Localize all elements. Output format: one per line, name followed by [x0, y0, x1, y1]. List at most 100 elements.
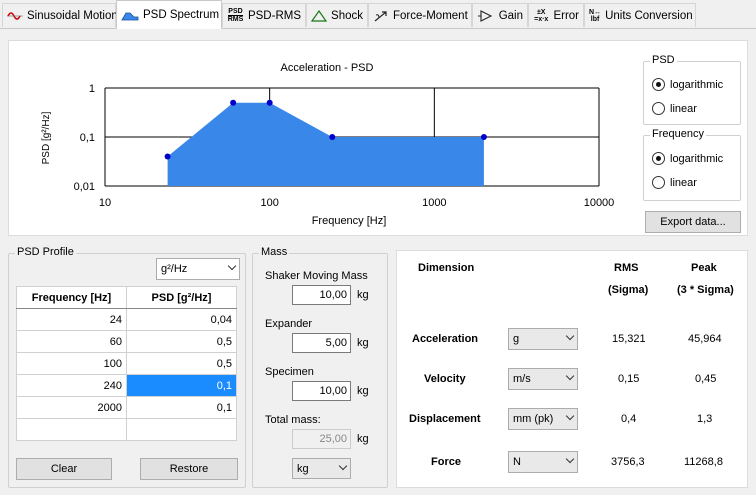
frequency-cell[interactable]: 100 [16, 352, 127, 375]
y-tick-label: 0,1 [80, 132, 95, 144]
x-tick-label: 10 [99, 197, 111, 209]
velocity-rms-value: 0,15 [618, 373, 640, 385]
velocity-peak-value: 0,45 [695, 373, 717, 385]
table-row[interactable]: 60 0,5 [16, 330, 237, 353]
shaker-moving-mass-input[interactable]: 10,00 [292, 285, 351, 305]
psd-cell[interactable]: 0,5 [126, 352, 237, 375]
chart-title: Acceleration - PSD [281, 62, 374, 74]
table-row-empty[interactable] [16, 418, 237, 441]
chevron-down-icon [565, 371, 575, 381]
acceleration-rms-value: 15,321 [612, 333, 646, 345]
mass-unit-select[interactable]: kg [292, 458, 351, 479]
psd-rms-icon: PSD RMS [227, 8, 244, 23]
peak-subheader: (3 * Sigma) [677, 284, 734, 296]
psd-unit-select[interactable]: g²/Hz [156, 258, 240, 280]
tab-gain[interactable]: Gain [472, 3, 528, 27]
psd-profile-table[interactable]: Frequency [Hz] PSD [g²/Hz] 24 0,04 60 0,… [16, 286, 237, 441]
rms-subheader: (Sigma) [608, 284, 649, 296]
table-row[interactable]: 2000 0,1 [16, 396, 237, 419]
dimension-header: Dimension [418, 262, 475, 274]
acceleration-peak-value: 45,964 [688, 333, 722, 345]
tab-bar: Sinusoidal Motion PSD Spectrum PSD RMS P… [0, 0, 756, 29]
tab-shock[interactable]: Shock [306, 3, 368, 27]
psd-linear-radio[interactable]: linear [652, 102, 697, 115]
displacement-label: Displacement [409, 413, 481, 425]
clear-button[interactable]: Clear [16, 458, 112, 480]
frequency-cell[interactable]: 240 [16, 374, 127, 397]
force-rms-value: 3756,3 [611, 456, 645, 468]
tab-force-moment[interactable]: Force-Moment [368, 3, 472, 27]
y-tick-labels: 1 0,1 0,01 [74, 83, 95, 193]
psd-cell[interactable] [126, 418, 237, 441]
table-row[interactable]: 100 0,5 [16, 352, 237, 375]
shock-icon [311, 9, 328, 23]
acceleration-label: Acceleration [412, 333, 479, 345]
table-header-row: Frequency [Hz] PSD [g²/Hz] [16, 286, 237, 309]
displacement-unit-select[interactable]: mm (pk) [508, 408, 578, 430]
frequency-cell[interactable]: 24 [16, 308, 127, 331]
force-unit-select[interactable]: N [508, 451, 578, 473]
radio-unselected-icon [652, 176, 665, 189]
peak-header: Peak [691, 262, 717, 274]
velocity-unit-select[interactable]: m/s [508, 368, 578, 390]
radio-unselected-icon [652, 102, 665, 115]
frequency-logarithmic-radio[interactable]: logarithmic [652, 152, 723, 165]
force-label: Force [431, 456, 461, 468]
gain-icon [477, 9, 495, 23]
rms-header: RMS [614, 262, 639, 274]
psd-cell-selected[interactable]: 0,1 [126, 374, 237, 397]
error-icon: ±X =x·x [534, 8, 549, 23]
radio-selected-icon [652, 78, 665, 91]
psd-scale-group: PSD logarithmic linear [643, 54, 741, 125]
tab-sinusoidal-motion[interactable]: Sinusoidal Motion [2, 3, 118, 27]
psd-column-header[interactable]: PSD [g²/Hz] [126, 286, 237, 309]
expander-label: Expander [265, 318, 313, 330]
table-row[interactable]: 24 0,04 [16, 308, 237, 331]
velocity-label: Velocity [424, 373, 466, 385]
data-point [164, 153, 171, 160]
sine-wave-icon [7, 9, 23, 23]
frequency-cell[interactable]: 2000 [16, 396, 127, 419]
displacement-peak-value: 1,3 [697, 413, 713, 425]
data-point [480, 134, 487, 140]
unit-label: kg [357, 385, 369, 397]
data-point [230, 99, 237, 106]
chevron-down-icon [338, 461, 348, 470]
x-tick-labels: 10 100 1000 10000 [99, 197, 614, 209]
psd-spectrum-icon [121, 8, 139, 22]
y-axis-label: PSD [g²/Hz] [41, 111, 52, 164]
tab-units-conversion[interactable]: N↔ lbf Units Conversion [584, 3, 696, 27]
mass-group-title: Mass [259, 246, 290, 258]
psd-chart: Acceleration - PSD 10 100 1000 10000 1 0,1 0,… [41, 62, 614, 227]
x-tick-label: 1000 [422, 197, 446, 209]
data-point [329, 134, 336, 140]
tab-error[interactable]: ±X =x·x Error [528, 3, 584, 27]
psd-cell[interactable]: 0,04 [126, 308, 237, 331]
tab-psd-rms[interactable]: PSD RMS PSD-RMS [222, 3, 306, 27]
specimen-mass-input[interactable]: 10,00 [292, 381, 351, 401]
frequency-cell[interactable] [16, 418, 127, 441]
psd-area-fill [167, 102, 484, 186]
psd-cell[interactable]: 0,1 [126, 396, 237, 419]
restore-button[interactable]: Restore [140, 458, 238, 480]
data-point [266, 99, 273, 106]
specimen-label: Specimen [265, 366, 314, 378]
unit-label: kg [357, 433, 369, 445]
shaker-moving-mass-label: Shaker Moving Mass [265, 270, 368, 282]
psd-cell[interactable]: 0,5 [126, 330, 237, 353]
psd-group-title: PSD [650, 54, 677, 66]
frequency-linear-radio[interactable]: linear [652, 176, 697, 189]
tab-psd-spectrum[interactable]: PSD Spectrum [116, 0, 222, 29]
frequency-scale-group: Frequency logarithmic linear [643, 128, 741, 201]
force-peak-value: 11268,8 [684, 456, 723, 468]
x-axis-label: Frequency [Hz] [312, 215, 387, 227]
psd-logarithmic-radio[interactable]: logarithmic [652, 78, 723, 91]
frequency-cell[interactable]: 60 [16, 330, 127, 353]
frequency-column-header[interactable]: Frequency [Hz] [16, 286, 127, 309]
table-row[interactable]: 240 0,1 [16, 374, 237, 397]
chart-panel: Acceleration - PSD 10 100 1000 10000 1 0,1 0,… [8, 40, 748, 236]
export-data-button[interactable]: Export data... [645, 211, 741, 233]
acceleration-unit-select[interactable]: g [508, 328, 578, 350]
expander-mass-input[interactable]: 5,00 [292, 333, 351, 353]
psd-profile-title: PSD Profile [15, 246, 76, 258]
